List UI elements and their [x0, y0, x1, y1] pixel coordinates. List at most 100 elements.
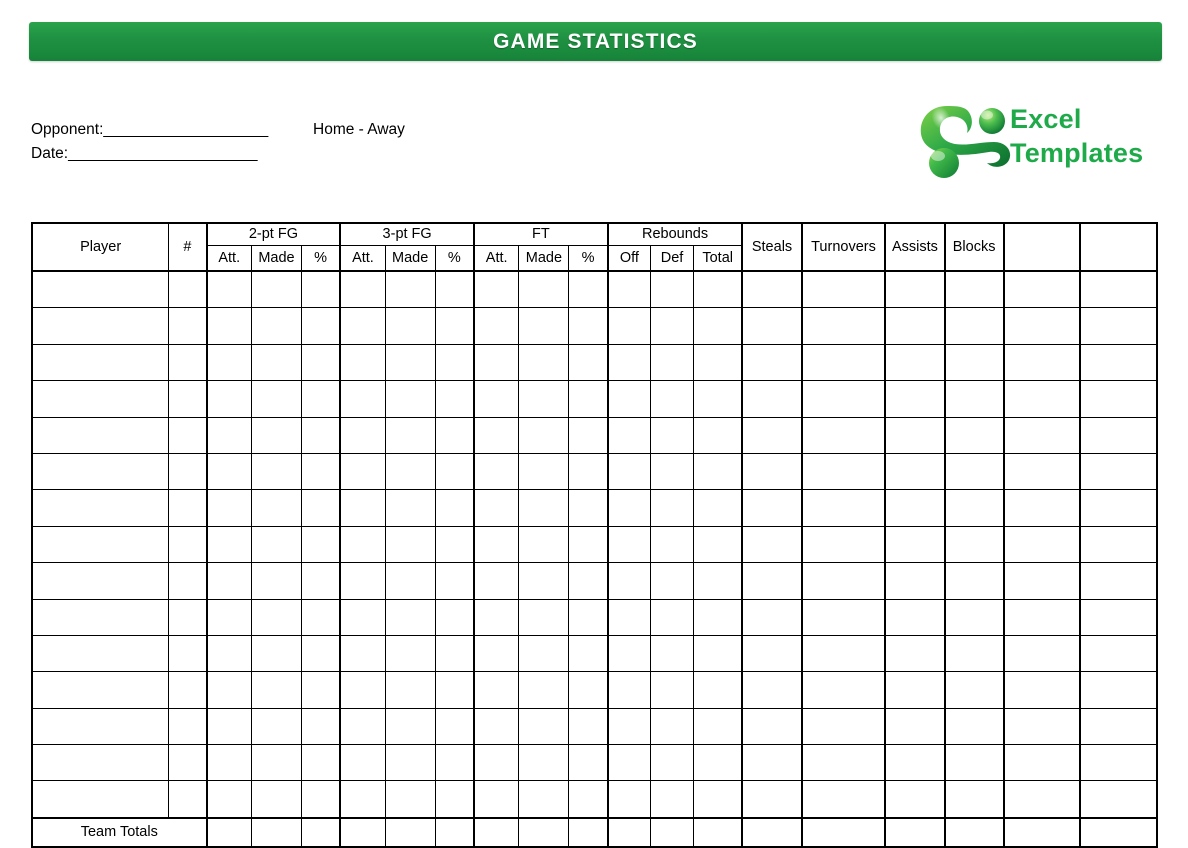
cell-blocks[interactable]	[944, 525, 1005, 564]
cell-extra-2[interactable]	[1079, 598, 1158, 636]
cell-extra-2[interactable]	[1079, 416, 1158, 454]
cell-rebounds-total[interactable]	[692, 489, 744, 527]
cell-two-pt-made[interactable]	[250, 380, 302, 418]
cell-steals[interactable]	[741, 307, 803, 345]
cell-ft-att[interactable]	[472, 634, 520, 673]
cell-three-pt-made[interactable]	[384, 525, 436, 564]
cell-two-pt-att[interactable]	[205, 270, 252, 309]
cell-two-pt-made[interactable]	[250, 525, 302, 564]
cell-ft-att[interactable]	[472, 343, 520, 382]
cell-two-pt-att[interactable]	[205, 380, 252, 418]
cell-extra-1[interactable]	[1003, 489, 1082, 527]
cell-two-pt-made[interactable]	[250, 744, 302, 782]
cell-ft-made[interactable]	[518, 562, 570, 600]
cell-three-pt-pct[interactable]	[434, 707, 475, 746]
cell-rebounds-total[interactable]	[692, 707, 744, 746]
cell-ft-pct[interactable]	[568, 416, 609, 454]
cell-three-pt-pct[interactable]	[434, 598, 475, 636]
cell-extra-1[interactable]	[1003, 598, 1082, 636]
cell-rebounds-def[interactable]	[650, 270, 694, 309]
cell-turnovers[interactable]	[801, 634, 887, 673]
cell-rebounds-def[interactable]	[650, 380, 694, 418]
cell-two-pt-pct[interactable]	[300, 416, 342, 454]
cell-rebounds-off[interactable]	[606, 307, 652, 345]
cell-two-pt-pct[interactable]	[300, 744, 342, 782]
cell-two-pt-att[interactable]	[205, 634, 252, 673]
cell-blocks[interactable]	[944, 452, 1005, 491]
cell-ft-att[interactable]	[472, 671, 520, 709]
cell-player[interactable]	[31, 634, 170, 673]
cell-player[interactable]	[31, 343, 170, 382]
cell-two-pt-made[interactable]	[250, 489, 302, 527]
cell-ft-att[interactable]	[472, 707, 520, 746]
cell-player[interactable]	[31, 562, 170, 600]
cell-two-pt-made[interactable]	[250, 307, 302, 345]
team-totals-steals[interactable]	[741, 817, 803, 848]
cell-steals[interactable]	[741, 598, 803, 636]
cell-extra-2[interactable]	[1079, 634, 1158, 673]
team-totals-three-pt-att[interactable]	[339, 817, 386, 848]
cell-rebounds-off[interactable]	[606, 380, 652, 418]
cell-ft-made[interactable]	[518, 525, 570, 564]
cell-assists[interactable]	[884, 671, 946, 709]
cell-blocks[interactable]	[944, 416, 1005, 454]
cell-three-pt-pct[interactable]	[434, 343, 475, 382]
cell-assists[interactable]	[884, 416, 946, 454]
cell-turnovers[interactable]	[801, 671, 887, 709]
cell-three-pt-pct[interactable]	[434, 380, 475, 418]
cell-three-pt-pct[interactable]	[434, 671, 475, 709]
cell-blocks[interactable]	[944, 489, 1005, 527]
cell-ft-att[interactable]	[472, 307, 520, 345]
cell-assists[interactable]	[884, 634, 946, 673]
cell-ft-att[interactable]	[472, 452, 520, 491]
cell-steals[interactable]	[741, 343, 803, 382]
cell-assists[interactable]	[884, 744, 946, 782]
cell-number[interactable]	[168, 489, 208, 527]
cell-three-pt-pct[interactable]	[434, 307, 475, 345]
team-totals-turnovers[interactable]	[801, 817, 887, 848]
cell-ft-att[interactable]	[472, 270, 520, 309]
cell-extra-1[interactable]	[1003, 744, 1082, 782]
cell-two-pt-made[interactable]	[250, 707, 302, 746]
cell-number[interactable]	[168, 634, 208, 673]
cell-two-pt-pct[interactable]	[300, 562, 342, 600]
cell-rebounds-def[interactable]	[650, 489, 694, 527]
cell-three-pt-made[interactable]	[384, 416, 436, 454]
cell-ft-made[interactable]	[518, 452, 570, 491]
cell-number[interactable]	[168, 707, 208, 746]
cell-blocks[interactable]	[944, 307, 1005, 345]
cell-extra-1[interactable]	[1003, 452, 1082, 491]
cell-player[interactable]	[31, 598, 170, 636]
cell-steals[interactable]	[741, 525, 803, 564]
cell-three-pt-made[interactable]	[384, 707, 436, 746]
cell-assists[interactable]	[884, 598, 946, 636]
cell-turnovers[interactable]	[801, 343, 887, 382]
cell-ft-made[interactable]	[518, 634, 570, 673]
team-totals-ft-pct[interactable]	[568, 817, 609, 848]
cell-turnovers[interactable]	[801, 744, 887, 782]
cell-extra-1[interactable]	[1003, 562, 1082, 600]
cell-player[interactable]	[31, 416, 170, 454]
team-totals-two-pt-made[interactable]	[250, 817, 302, 848]
cell-ft-made[interactable]	[518, 744, 570, 782]
cell-two-pt-made[interactable]	[250, 343, 302, 382]
cell-ft-pct[interactable]	[568, 671, 609, 709]
cell-steals[interactable]	[741, 270, 803, 309]
cell-player[interactable]	[31, 380, 170, 418]
cell-rebounds-total[interactable]	[692, 416, 744, 454]
cell-turnovers[interactable]	[801, 380, 887, 418]
cell-rebounds-off[interactable]	[606, 634, 652, 673]
team-totals-rebounds-total[interactable]	[692, 817, 744, 848]
cell-rebounds-off[interactable]	[606, 525, 652, 564]
cell-three-pt-att[interactable]	[339, 707, 386, 746]
cell-rebounds-total[interactable]	[692, 634, 744, 673]
cell-rebounds-off[interactable]	[606, 562, 652, 600]
cell-rebounds-total[interactable]	[692, 307, 744, 345]
cell-rebounds-off[interactable]	[606, 270, 652, 309]
cell-rebounds-def[interactable]	[650, 598, 694, 636]
cell-number[interactable]	[168, 525, 208, 564]
cell-three-pt-att[interactable]	[339, 744, 386, 782]
cell-two-pt-made[interactable]	[250, 416, 302, 454]
cell-ft-pct[interactable]	[568, 489, 609, 527]
team-totals-three-pt-made[interactable]	[384, 817, 436, 848]
